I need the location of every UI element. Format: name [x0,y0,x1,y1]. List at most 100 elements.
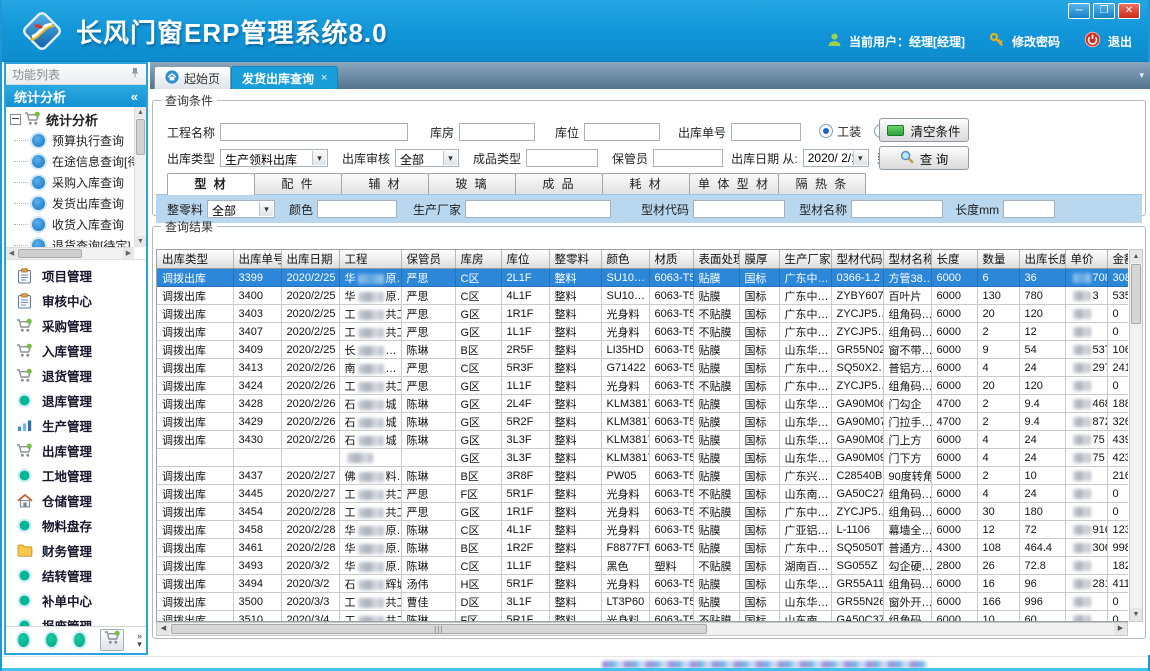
tabbar-chevron-icon[interactable]: ▾ [1139,70,1144,81]
tree-item[interactable]: 预算执行查询 [6,130,134,151]
search-button[interactable]: 查 询 [879,146,969,170]
column-header[interactable]: 膜厚 [739,250,779,269]
column-header[interactable]: 出库单号 [233,250,281,269]
column-header[interactable]: 出库日期 [281,250,339,269]
tree-item[interactable]: 收货入库查询 [6,214,134,235]
dot-icon[interactable] [72,631,87,649]
scroll-left-icon[interactable]: ◀ [6,248,17,259]
sidebar-group-item[interactable]: 退库管理 [6,388,146,413]
tree-expander-icon[interactable] [10,114,21,125]
table-row[interactable]: 调拨出库34612020/2/28华原…陈琳B区1R2F整料F8877FT606… [157,539,1128,557]
material-tab[interactable]: 玻 璃 [428,173,516,194]
table-row[interactable]: 调拨出库34452020/2/27工共工程严思F区5R1F整料光身料6063-T… [157,485,1128,503]
profile-name-input[interactable] [851,200,943,218]
table-row[interactable]: 调拨出库34942020/3/2石辉城汤伟H区5R1F整料光身料6063-T5贴… [157,575,1128,593]
column-header[interactable]: 材质 [649,250,693,269]
sidebar-group-item[interactable]: 物料盘存 [6,513,146,538]
scrollbar-thumb[interactable] [136,119,145,155]
length-input[interactable] [1003,200,1055,218]
material-tab[interactable]: 辅 材 [341,173,429,194]
material-tab[interactable]: 单 体 型 材 [689,173,779,194]
scroll-right-icon[interactable]: ▶ [123,248,134,259]
column-header[interactable]: 库位 [501,250,549,269]
sidebar-group-item[interactable]: 生产管理 [6,413,146,438]
tree-item[interactable]: 退货查询[待定] [6,235,134,247]
scroll-left-icon[interactable]: ◀ [157,623,170,635]
sidebar-group-item[interactable]: 工地管理 [6,463,146,488]
column-header[interactable]: 保管员 [401,250,455,269]
sidebar-group-item[interactable]: 仓储管理 [6,488,146,513]
whole-piece-select[interactable]: 全部 [207,200,275,218]
scroll-up-icon[interactable]: ▲ [135,107,146,118]
column-header[interactable]: 数量 [977,250,1019,269]
sidebar-section-header[interactable]: 统计分析 « [6,85,146,107]
change-password-link[interactable]: 修改密码 [1012,33,1060,50]
tab-shipping-query[interactable]: 发货出库查询 × [231,66,338,89]
table-row[interactable]: 调拨出库35102020/3/4工共工程陈琳F区5R1F整料光身料6063-T5… [157,611,1128,623]
column-header[interactable]: 型材代码 [831,250,883,269]
sidebar-group-item[interactable]: 审核中心 [6,288,146,313]
material-tab[interactable]: 成 品 [515,173,603,194]
column-header[interactable]: 金额 [1107,250,1128,269]
maker-input[interactable] [465,200,611,218]
column-header[interactable]: 库房 [455,250,501,269]
table-row[interactable]: 调拨出库34092020/2/25长…陈琳B区2R5F整料LI35HD6063-… [157,341,1128,359]
material-tab[interactable]: 型 材 [167,173,255,195]
scrollbar-thumb[interactable]: ||| [171,624,707,634]
order-no-input[interactable] [731,123,801,141]
scroll-down-icon[interactable]: ▼ [135,236,146,247]
sidebar-group-item[interactable]: 出库管理 [6,438,146,463]
keeper-input[interactable] [653,149,723,167]
column-header[interactable]: 型材名称 [883,250,931,269]
table-row[interactable]: 调拨出库34032020/2/25工共工程严思G区1R1F整料光身料6063-T… [157,305,1128,323]
material-tab[interactable]: 配 件 [254,173,342,194]
table-row[interactable]: 调拨出库34132020/2/26南…严思C区5R3F整料G714226063-… [157,359,1128,377]
table-row[interactable]: G区3L3F整料KLM38176063-T5贴膜国标山东华…GA90M09…门下… [157,449,1128,467]
scroll-right-icon[interactable]: ▶ [1114,623,1127,635]
column-header[interactable]: 长度 [931,250,977,269]
column-header[interactable]: 出库长度 [1019,250,1065,269]
column-header[interactable]: 表面处理 [693,250,739,269]
table-row[interactable]: 调拨出库34282020/2/26石城陈琳G区2L4F整料KLM38176063… [157,395,1128,413]
tree-root-item[interactable]: 统计分析 [6,109,134,130]
column-header[interactable]: 整零料 [549,250,601,269]
date-from-picker[interactable]: 2020/ 2/16 [803,149,869,167]
column-header[interactable]: 颜色 [601,250,649,269]
warehouse-input[interactable] [459,123,535,141]
sidebar-group-item[interactable]: 补单中心 [6,588,146,613]
tab-home[interactable]: 起始页 [154,66,231,89]
dot-icon[interactable] [44,631,59,649]
collapse-icon[interactable]: « [131,89,138,104]
overflow-chevron[interactable]: »▾ [137,632,142,648]
dot-icon[interactable] [16,631,31,649]
table-row[interactable]: 调拨出库34072020/2/25工共工程严思G区1L1F整料光身料6063-T… [157,323,1128,341]
scrollbar-thumb[interactable] [1131,264,1141,324]
material-tab[interactable]: 隔 热 条 [778,173,866,194]
material-tab[interactable]: 耗 材 [602,173,690,194]
column-header[interactable]: 出库类型 [157,250,233,269]
scrollbar-thumb[interactable] [18,249,82,258]
table-row[interactable]: 调拨出库33992020/2/25华原…严思C区2L1F整料SU10…6063-… [157,269,1128,287]
sidebar-group-item[interactable]: 项目管理 [6,263,146,288]
out-type-select[interactable]: 生产领料出库 [220,149,328,167]
logout-link[interactable]: 退出 [1108,33,1132,50]
cart-shortcut-button[interactable] [100,629,124,651]
table-row[interactable]: 调拨出库34292020/2/26石城陈琳G区5R2F整料KLM38176063… [157,413,1128,431]
table-row[interactable]: 调拨出库34242020/2/26工共工程严思G区1L1F整料光身料6063-T… [157,377,1128,395]
table-row[interactable]: 调拨出库34542020/2/28工共工程严思G区1R1F整料光身料6063-T… [157,503,1128,521]
product-type-input[interactable] [526,149,598,167]
table-row[interactable]: 调拨出库34372020/2/27佛料…陈琳B区3R8F整料PW056063-T… [157,467,1128,485]
maximize-button[interactable]: ❐ [1093,3,1115,19]
tree-item[interactable]: 采购入库查询 [6,172,134,193]
column-header[interactable]: 生产厂家 [779,250,831,269]
scroll-up-icon[interactable]: ▲ [1130,250,1142,263]
audit-select[interactable]: 全部 [395,149,459,167]
tab-close-icon[interactable]: × [321,72,327,84]
tree-item[interactable]: 在途信息查询[待 [6,151,134,172]
pin-icon[interactable] [130,67,140,81]
table-row[interactable]: 调拨出库34302020/2/26石城陈琳G区3L3F整料KLM38176063… [157,431,1128,449]
table-row[interactable]: 调拨出库34932020/3/2华原…陈琳C区1L1F整料黑色塑料不贴膜国标湖南… [157,557,1128,575]
minimize-button[interactable]: ─ [1068,3,1090,19]
project-name-input[interactable] [220,123,408,141]
grid-horizontal-scrollbar[interactable]: ◀ ||| ▶ [156,622,1128,636]
